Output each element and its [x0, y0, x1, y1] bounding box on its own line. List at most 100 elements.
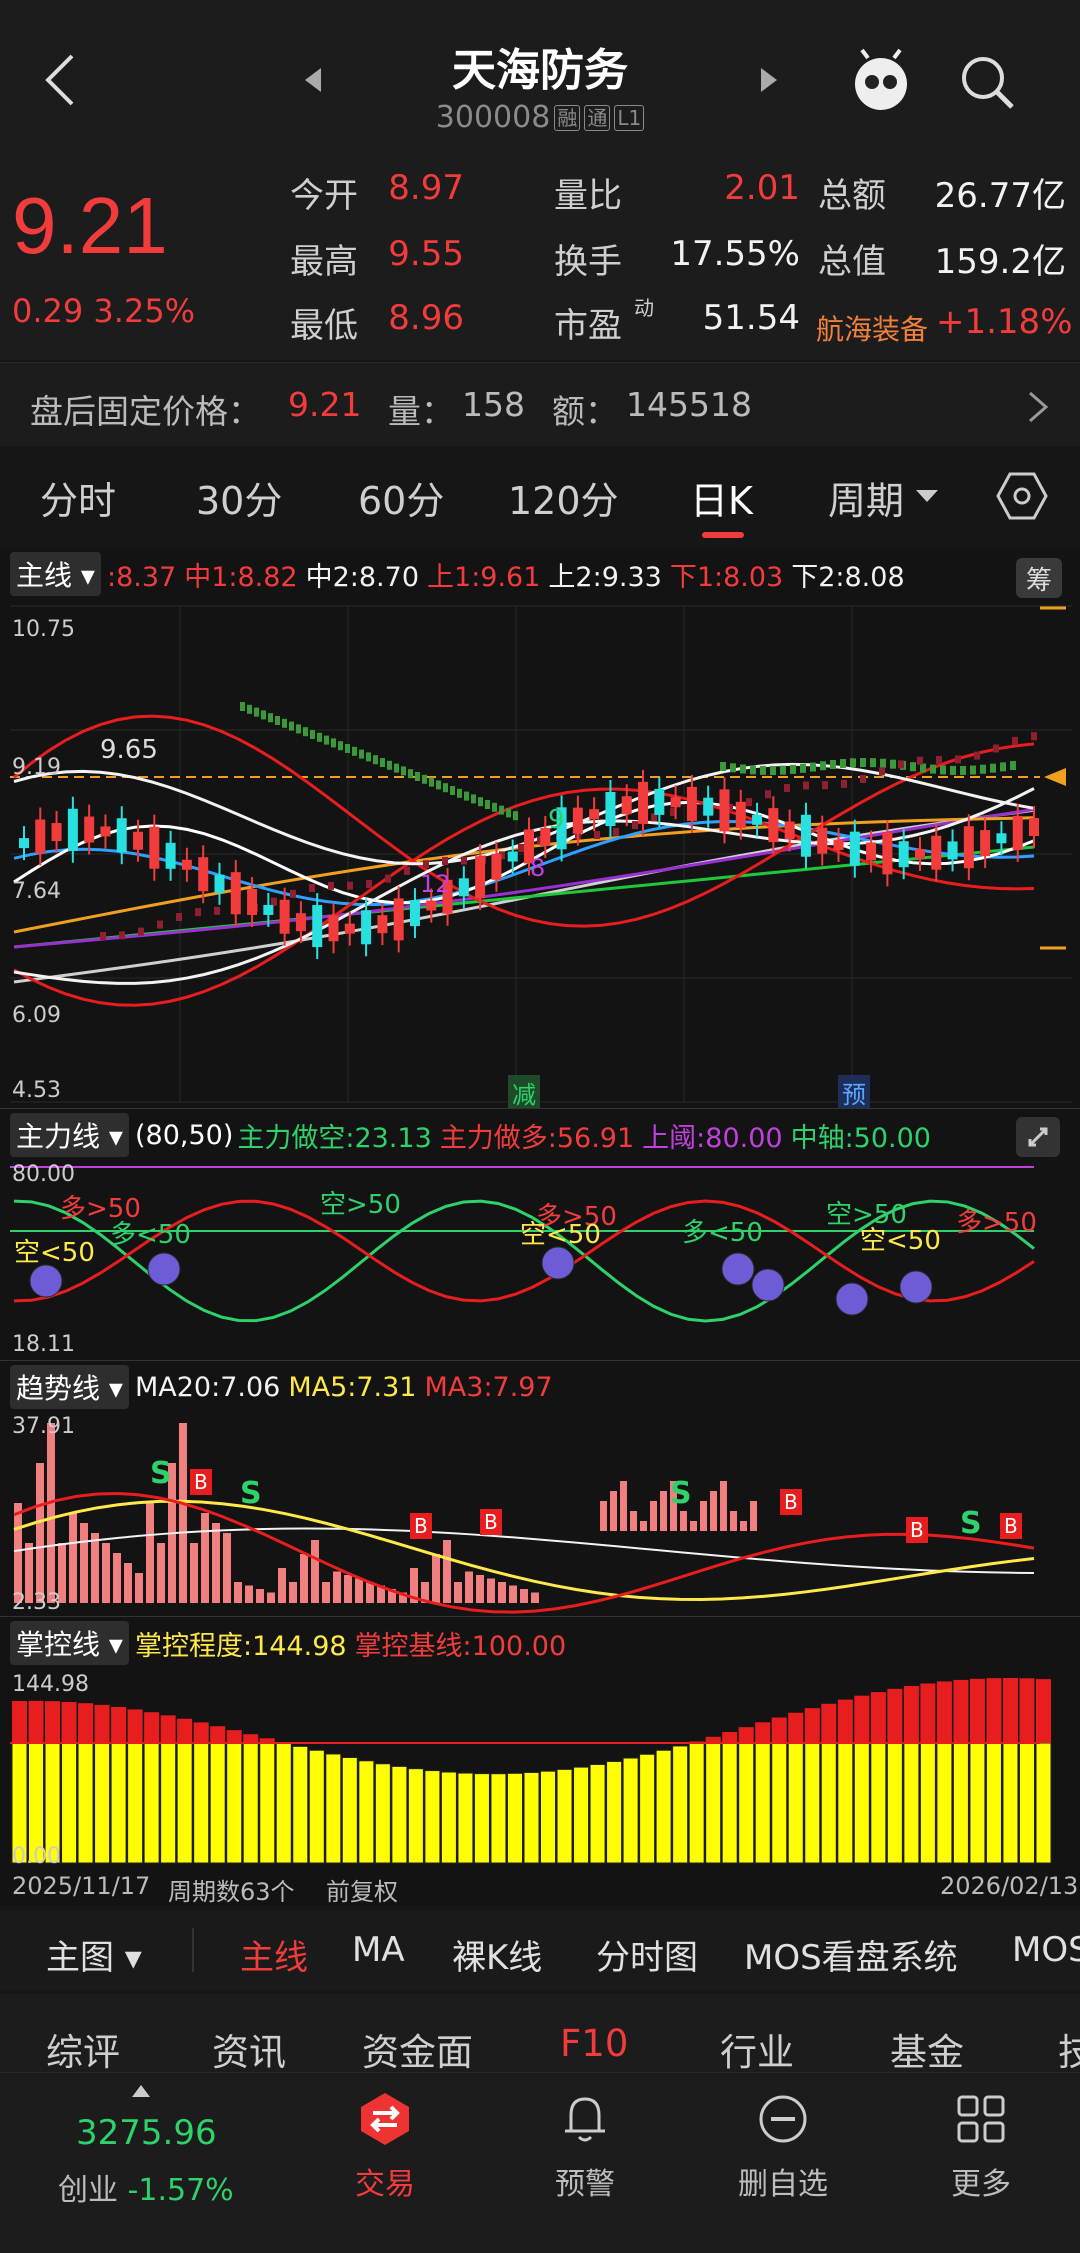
resistance-dot	[296, 724, 301, 734]
tab-intraday[interactable]: 分时	[40, 470, 116, 525]
expand-icon[interactable]	[1016, 1117, 1060, 1157]
tab-period-dropdown[interactable]: 周期	[828, 470, 904, 525]
tab-daily-k[interactable]: 日K	[690, 470, 753, 525]
info-tab-industry[interactable]: 行业	[720, 2022, 794, 2076]
minus-circle-icon	[759, 2095, 807, 2143]
control-excess-bar	[127, 1709, 143, 1743]
candle-body	[507, 851, 518, 862]
trend-bar	[650, 1501, 657, 1531]
control-bar	[391, 1765, 408, 1864]
candle-body	[247, 888, 258, 915]
nav-more[interactable]: 更多	[906, 2089, 1056, 2203]
stock-code-row: 300008 融 通 L1	[340, 100, 740, 135]
subtab-naked-k[interactable]: 裸K线	[452, 1930, 542, 1979]
control-excess-bar	[12, 1701, 27, 1743]
ind1-legend-item: 中轴:50.00	[790, 1122, 931, 1154]
info-tab-f10[interactable]: F10	[560, 2022, 628, 2065]
trend-bar	[47, 1423, 55, 1603]
next-stock-icon[interactable]	[754, 62, 784, 98]
control-excess-bar	[936, 1681, 952, 1743]
trend-bar	[179, 1423, 187, 1603]
ind1-selector[interactable]: 主力线 ▾	[10, 1113, 129, 1157]
resistance-dot	[429, 777, 434, 787]
kline-chart[interactable]: 10.75 9.19 7.64 6.09 4.53 9.65 9 8 12	[0, 602, 1080, 1108]
prev-stock-icon[interactable]	[298, 62, 328, 98]
control-bar	[804, 1742, 821, 1864]
info-tab-news[interactable]: 资讯	[212, 2022, 286, 2076]
control-bar	[985, 1742, 1002, 1864]
tab-120min[interactable]: 120分	[508, 470, 619, 525]
subtab-mos-2[interactable]: MOS	[1012, 1930, 1080, 1970]
candle-body	[784, 821, 795, 840]
control-bar	[688, 1742, 705, 1864]
candle-body	[735, 801, 746, 828]
index-row[interactable]: 创业 -1.57%	[58, 2165, 234, 2209]
end-date: 2026/02/13	[940, 1872, 1079, 1900]
control-bar	[556, 1768, 573, 1864]
index-value[interactable]: 3275.96	[76, 2113, 217, 2153]
resistance-dot	[464, 791, 469, 801]
ma5-line	[13, 1499, 1035, 1601]
trend-bar	[201, 1513, 209, 1603]
settings-hexagon-icon[interactable]	[996, 470, 1048, 522]
resistance-dot	[436, 780, 441, 790]
support-dot	[423, 860, 429, 869]
tab-60min[interactable]: 60分	[358, 470, 444, 525]
candle-body	[51, 823, 62, 842]
signal-label: 多<50	[682, 1218, 763, 1248]
control-excess-bar	[870, 1692, 886, 1743]
control-bar	[903, 1742, 920, 1864]
resistance-dot	[960, 765, 966, 775]
kline-panel: 主线 ▾ :8.37 中1:8.82 中2:8.70 上1:9.61 上2:9.33 下1…	[0, 548, 1080, 1110]
sector-name[interactable]: 航海装备	[816, 308, 928, 348]
info-tab-fund[interactable]: 基金	[890, 2022, 964, 2076]
control-bar	[473, 1773, 490, 1864]
resistance-dot	[800, 763, 806, 773]
control-bar	[176, 1742, 193, 1864]
control-bar	[325, 1753, 342, 1864]
tab-30min[interactable]: 30分	[196, 470, 282, 525]
ind3-y-bottom: 0.00	[12, 1844, 61, 1867]
subtab-intraday[interactable]: 分时图	[596, 1930, 698, 1979]
ind3-legend-item: 掌控基线:100.00	[354, 1630, 567, 1662]
subtab-main-line[interactable]: 主线	[240, 1930, 308, 1979]
info-tab-more[interactable]: 技	[1058, 2022, 1080, 2076]
resistance-dot	[820, 761, 826, 771]
main-legend-item: 中1:8.82	[184, 561, 298, 593]
control-bar	[969, 1742, 986, 1864]
sell-signal: S	[150, 1456, 172, 1491]
subtab-mos[interactable]: MOS看盘系统	[744, 1930, 958, 1979]
mascot-icon[interactable]	[846, 46, 916, 116]
chip-button[interactable]: 筹	[1016, 558, 1062, 598]
nav-trade[interactable]: 交易	[310, 2089, 460, 2203]
candle-body	[377, 915, 388, 934]
main-legend-item: 上1:9.61	[427, 561, 541, 593]
back-icon[interactable]	[30, 50, 90, 110]
ind2-selector[interactable]: 趋势线 ▾	[10, 1365, 129, 1409]
trend-chart[interactable]: SSSSSBBBBBB 37.91 2.33	[0, 1413, 1080, 1617]
ind3-selector[interactable]: 掌控线 ▾	[10, 1621, 129, 1665]
pe-sup: 动	[634, 296, 654, 320]
after-hours-price: 9.21	[288, 385, 362, 424]
candle-body	[344, 923, 355, 934]
nav-alert[interactable]: 预警	[510, 2089, 660, 2203]
info-tab-capital[interactable]: 资金面	[362, 2022, 473, 2076]
subtab-ma[interactable]: MA	[352, 1930, 405, 1970]
nav-remove-watchlist[interactable]: 删自选	[708, 2089, 858, 2203]
search-icon[interactable]	[955, 50, 1019, 114]
info-tab-overview[interactable]: 综评	[46, 2022, 120, 2076]
candle-body	[752, 814, 763, 825]
candle-body	[686, 786, 697, 821]
control-excess-bar	[837, 1699, 853, 1743]
main-force-chart[interactable]: 多>50多<50空<50空>50 多>50空<50 多<50空>50空<50多>50…	[0, 1161, 1080, 1361]
main-indicator-selector[interactable]: 主线 ▾	[10, 552, 101, 596]
control-chart[interactable]: 144.98 0.00	[0, 1669, 1080, 1867]
trend-bar	[454, 1582, 462, 1603]
resistance-dot	[387, 760, 392, 770]
support-dot	[822, 781, 828, 790]
chart-footer: 2025/11/17 周期数63个 前复权 2026/02/13	[0, 1866, 1080, 1906]
quote-label-7: 市盈	[554, 306, 622, 346]
after-hours-bar[interactable]: 盘后固定价格： 9.21 量： 158 额： 145518	[0, 362, 1080, 446]
control-excess-bar	[788, 1712, 804, 1743]
main-chart-button[interactable]: 主图 ▾	[46, 1930, 142, 1979]
